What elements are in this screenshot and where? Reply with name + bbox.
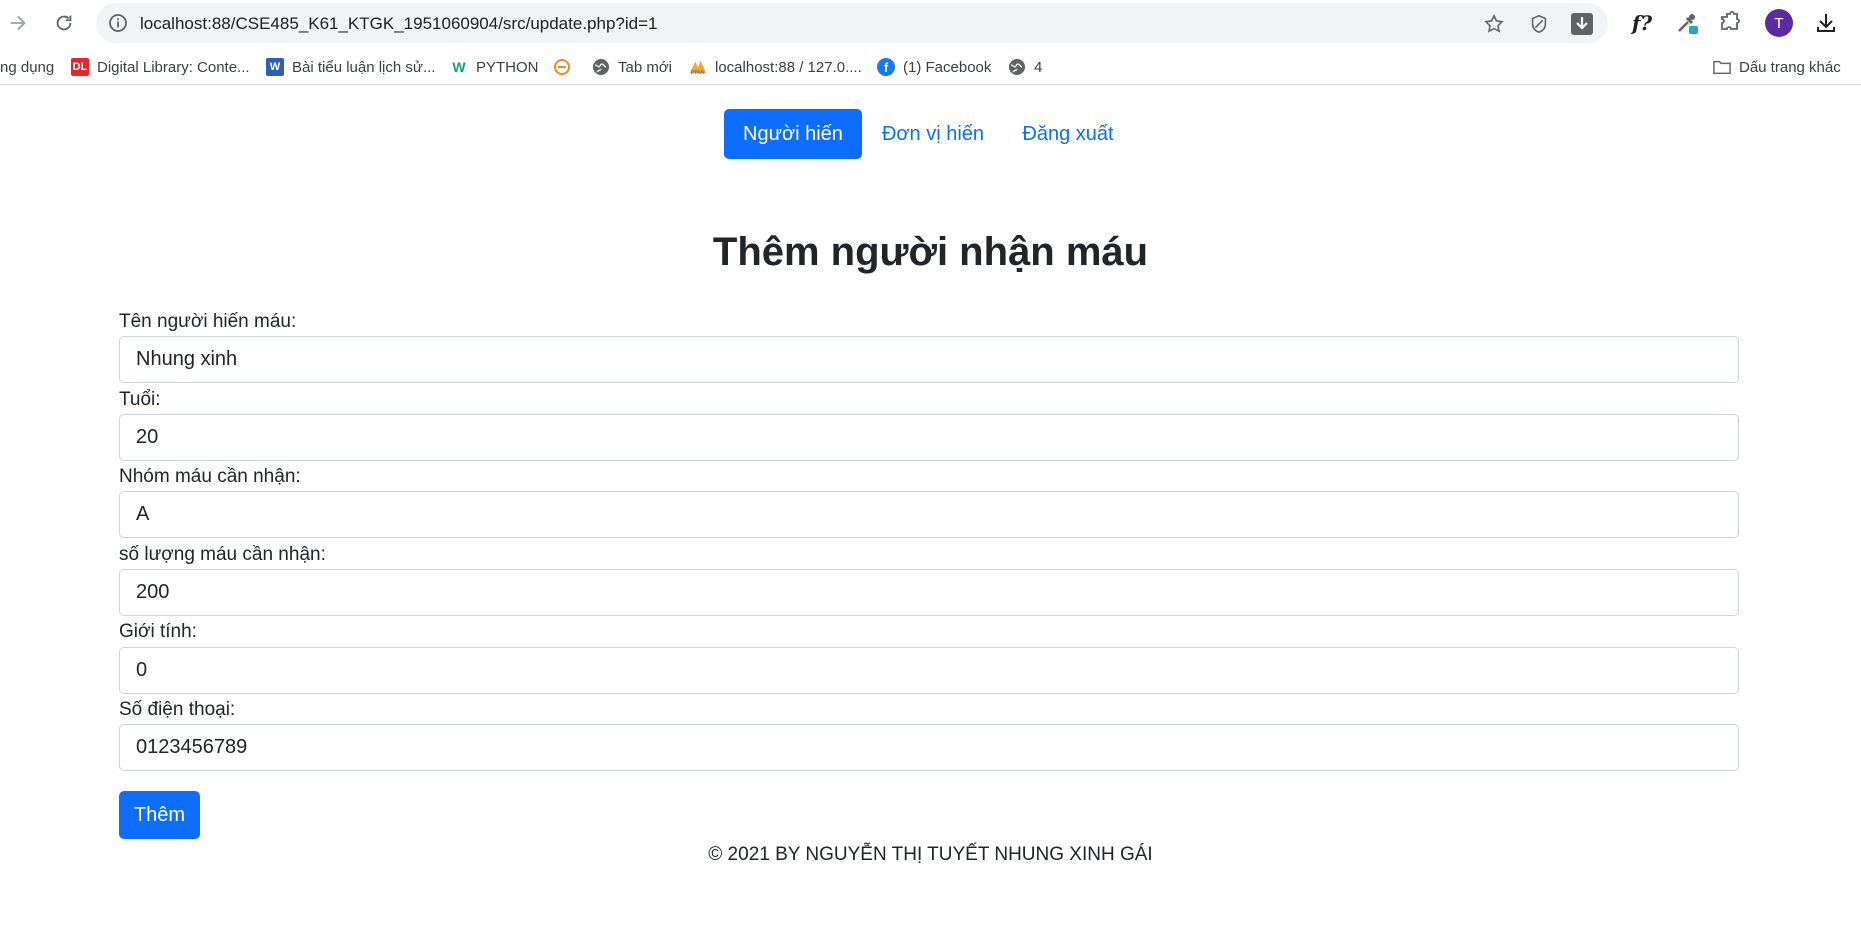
folder-icon — [1713, 58, 1731, 76]
globe-icon — [1008, 58, 1026, 76]
blood-type-label: Nhóm máu cần nhận: — [119, 466, 301, 487]
bookmark-label: Tab mới — [618, 58, 673, 76]
bookmark-label: Dấu trang khác — [1739, 58, 1841, 76]
bookmark-4[interactable]: 4 — [1008, 57, 1042, 77]
word-icon: W — [266, 58, 284, 76]
nav-don-vi-hien[interactable]: Đơn vị hiến — [868, 109, 998, 159]
age-input[interactable] — [119, 414, 1739, 461]
page-title: Thêm người nhận máu — [712, 230, 1149, 274]
download-extension-icon[interactable] — [1570, 12, 1594, 36]
site-icon — [553, 58, 571, 76]
browser-toolbar: localhost:88/CSE485_K61_KTGK_1951060904/… — [0, 0, 1861, 46]
phone-input[interactable] — [119, 724, 1739, 771]
name-input[interactable] — [119, 336, 1739, 383]
bookmark-tab-moi[interactable]: Tab mới — [592, 57, 672, 77]
downloads-icon[interactable] — [1812, 9, 1840, 37]
pma-icon: PMA — [689, 58, 707, 76]
blood-amount-label: số lượng máu cần nhận: — [119, 544, 326, 565]
w3-icon: W — [452, 59, 466, 75]
phone-label: Số điện thoại: — [119, 699, 236, 720]
bookmark-label: localhost:88 / 127.0.... — [715, 58, 862, 76]
gender-label: Giới tính: — [119, 621, 197, 642]
bookmark-python[interactable]: W PYTHON — [450, 57, 539, 77]
star-icon[interactable] — [1482, 12, 1506, 36]
footer-copyright: © 2021 BY NGUYỄN THỊ TUYẾT NHUNG XINH GÁ… — [708, 844, 1153, 865]
bookmark-facebook[interactable]: f (1) Facebook — [877, 57, 991, 77]
globe-icon — [592, 58, 610, 76]
url-text[interactable]: localhost:88/CSE485_K61_KTGK_1951060904/… — [140, 14, 657, 34]
bookmark-apps[interactable]: ng dụng — [0, 57, 54, 77]
bookmark-digital-library[interactable]: DL Digital Library: Conte... — [71, 57, 250, 77]
bookmark-label: PYTHON — [476, 58, 539, 76]
bookmarks-bar: ng dụng DL Digital Library: Conte... W B… — [0, 49, 1861, 85]
dl-icon: DL — [71, 58, 89, 76]
bookmark-site[interactable] — [553, 57, 579, 77]
bookmark-label: 4 — [1034, 58, 1043, 76]
puzzle-icon[interactable] — [1716, 9, 1744, 37]
reload-icon[interactable] — [49, 8, 79, 38]
other-bookmarks[interactable]: Dấu trang khác — [1713, 57, 1841, 77]
submit-button[interactable]: Thêm — [119, 791, 200, 839]
bookmark-label: Bài tiểu luận lịch sử... — [292, 58, 436, 76]
age-label: Tuổi: — [119, 389, 161, 410]
bookmark-label: (1) Facebook — [903, 58, 992, 76]
nav-dang-xuat[interactable]: Đăng xuất — [1008, 109, 1128, 159]
nav-nguoi-hien[interactable]: Người hiến — [724, 109, 862, 159]
info-icon[interactable] — [108, 13, 128, 33]
formula-extension-icon[interactable]: f? — [1628, 9, 1656, 37]
avatar[interactable]: T — [1765, 9, 1793, 37]
name-label: Tên người hiến máu: — [119, 311, 297, 332]
blood-amount-input[interactable] — [119, 569, 1739, 616]
bookmark-tieu-luan[interactable]: W Bài tiểu luận lịch sử... — [266, 57, 435, 77]
bookmark-label: Digital Library: Conte... — [97, 58, 250, 76]
gender-input[interactable] — [119, 647, 1739, 694]
blood-type-input[interactable] — [119, 491, 1739, 538]
main-nav: Người hiến Đơn vị hiến Đăng xuất — [0, 109, 1861, 159]
eyedropper-icon[interactable] — [1673, 9, 1701, 37]
facebook-icon: f — [877, 58, 895, 76]
shield-icon[interactable] — [1527, 12, 1551, 36]
bookmark-label: ng dụng — [0, 58, 55, 76]
bookmark-phpmyadmin[interactable]: PMA localhost:88 / 127.0.... — [689, 57, 862, 77]
address-bar[interactable]: localhost:88/CSE485_K61_KTGK_1951060904/… — [96, 3, 1608, 43]
svg-text:PMA: PMA — [691, 70, 705, 76]
forward-icon[interactable] — [3, 8, 33, 38]
